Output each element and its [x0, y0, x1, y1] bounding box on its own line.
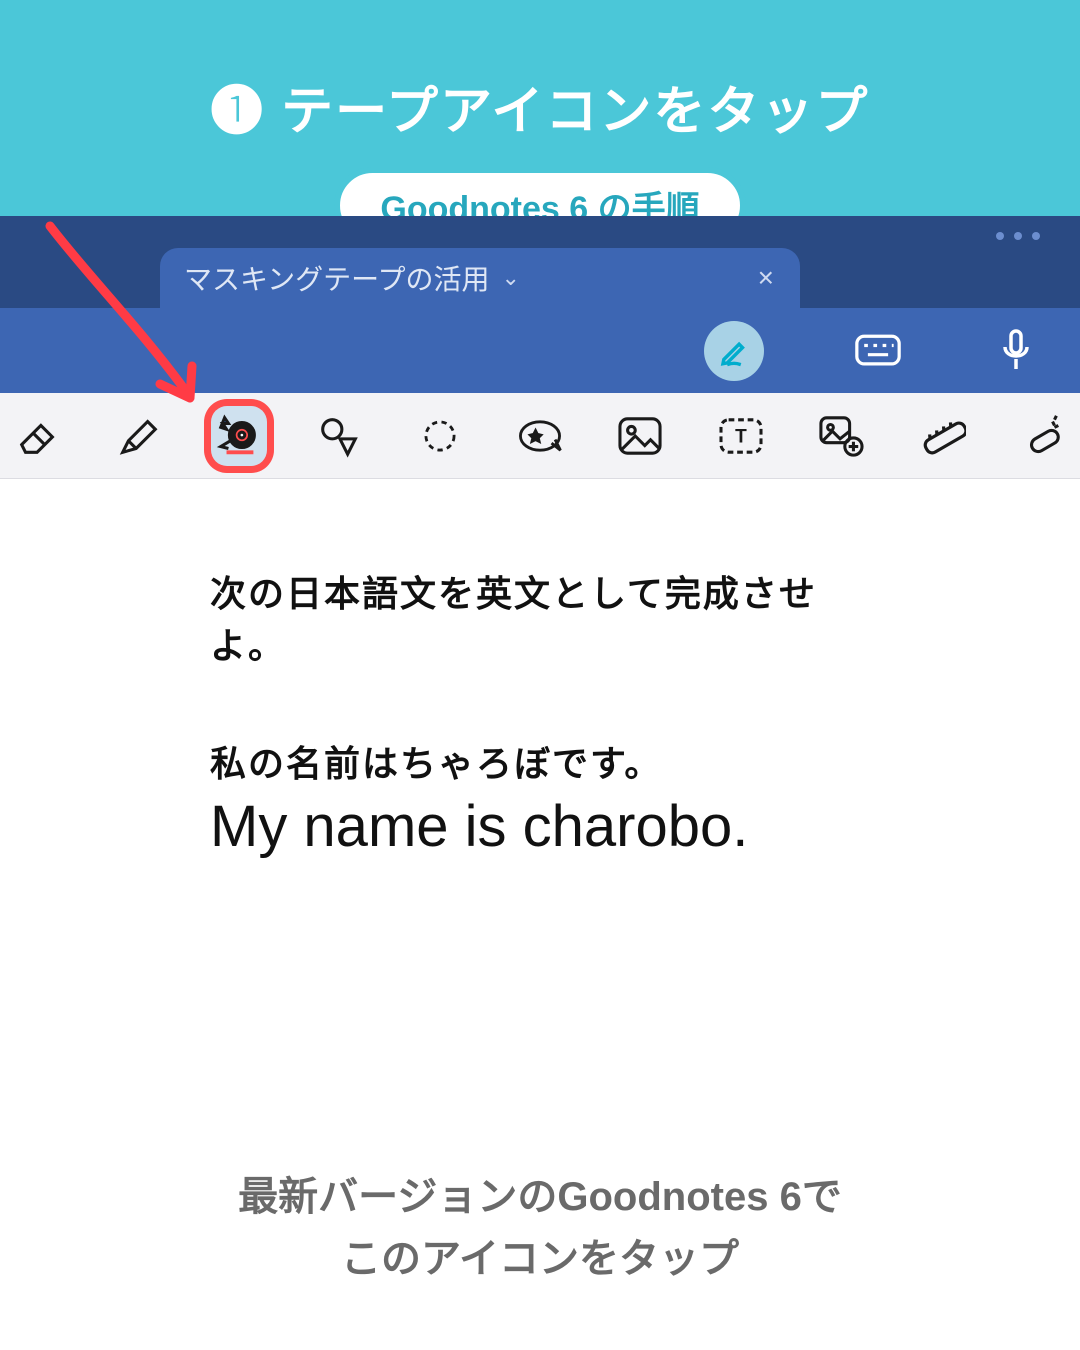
svg-text:T: T	[735, 426, 747, 447]
microphone-icon	[1001, 329, 1031, 373]
laser-icon	[1018, 412, 1066, 460]
hero-title: ❶ テープアイコンをタップ	[211, 69, 870, 144]
elements-icon	[817, 414, 865, 458]
shape-tool[interactable]	[311, 406, 367, 466]
sticker-tool[interactable]	[512, 406, 568, 466]
image-icon	[616, 415, 664, 457]
pen-mode-button[interactable]	[704, 321, 764, 381]
shape-icon	[315, 412, 363, 460]
app-chrome: マスキングテープの活用 ⌄ ×	[0, 216, 1080, 393]
ruler-tool[interactable]	[913, 406, 969, 466]
keyboard-button[interactable]	[854, 327, 902, 375]
highlighter-tool[interactable]	[110, 406, 166, 466]
mode-strip	[0, 308, 1080, 393]
image-tool[interactable]	[612, 406, 668, 466]
elements-tool[interactable]	[813, 406, 869, 466]
text-icon: T	[717, 416, 765, 456]
pen-icon	[717, 334, 751, 368]
footer-line-2: このアイコンをタップ	[0, 1228, 1080, 1290]
microphone-button[interactable]	[992, 327, 1040, 375]
sticker-icon	[516, 416, 564, 456]
japanese-sentence: 私の名前はちゃろぼです。	[210, 735, 890, 787]
chevron-down-icon[interactable]: ⌄	[501, 265, 519, 291]
document-tab[interactable]: マスキングテープの活用 ⌄ ×	[160, 248, 800, 308]
ruler-icon	[916, 411, 966, 461]
highlighter-icon	[115, 412, 163, 460]
close-icon[interactable]: ×	[758, 262, 774, 294]
footer-line-1: 最新バージョンのGoodnotes 6で	[0, 1166, 1080, 1228]
tab-title: マスキングテープの活用	[184, 258, 489, 298]
tool-toolbar: T	[0, 393, 1080, 479]
text-tool[interactable]: T	[713, 406, 769, 466]
footer-caption: 最新バージョンのGoodnotes 6で このアイコンをタップ	[0, 1166, 1080, 1290]
instruction-text: 次の日本語文を英文として完成させよ。	[210, 565, 890, 669]
laser-tool[interactable]	[1014, 406, 1070, 466]
lasso-icon	[418, 414, 462, 458]
tab-bar: マスキングテープの活用 ⌄ ×	[0, 248, 1080, 308]
tape-tool[interactable]	[211, 406, 267, 466]
eraser-icon	[14, 412, 62, 460]
tape-icon	[215, 412, 263, 460]
more-menu-icon[interactable]	[996, 232, 1040, 240]
lasso-tool[interactable]	[411, 406, 467, 466]
hero-banner: ❶ テープアイコンをタップ Goodnotes 6 の手順	[0, 0, 1080, 216]
english-sentence: My name is charobo.	[210, 793, 890, 860]
eraser-tool[interactable]	[10, 406, 66, 466]
keyboard-icon	[855, 334, 901, 368]
note-page: 次の日本語文を英文として完成させよ。 私の名前はちゃろぼです。 My name …	[0, 479, 1080, 860]
